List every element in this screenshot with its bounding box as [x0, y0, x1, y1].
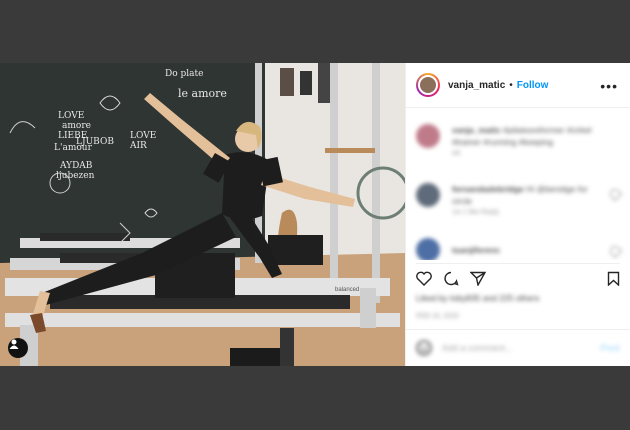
comment-meta: wk: [452, 150, 461, 157]
avatar[interactable]: [416, 124, 440, 148]
chalk-ljubezen: ljubezen: [56, 171, 95, 181]
comment-item: fernandadebridge Hi @benidge for circle …: [416, 183, 623, 223]
share-icon[interactable]: [470, 271, 486, 286]
chalk-aydab: AYDAB: [60, 161, 93, 171]
chalk-lamour: L'amour: [54, 143, 92, 153]
user-icon: [9, 339, 19, 349]
like-comment-icon[interactable]: [607, 243, 623, 259]
pilates-scene: [0, 63, 405, 366]
chalk-do-plate: Do plate: [165, 69, 204, 79]
comment-input[interactable]: Add a comment...: [442, 343, 513, 353]
chalk-amore: amore: [62, 121, 91, 131]
comment-meta: 1w 1 like Reply: [452, 209, 500, 216]
post-comment-button[interactable]: Post: [600, 343, 620, 353]
avatar[interactable]: [416, 238, 440, 260]
post-date: FEB 18, 2020: [416, 313, 459, 320]
comment-item: vanja_matic #pilatesreformer #cirkel #tr…: [416, 124, 620, 164]
post-actions: [416, 263, 620, 290]
comment-user[interactable]: vanja_matic: [452, 125, 501, 135]
tagged-user-button[interactable]: [8, 338, 28, 358]
comment-icon[interactable]: [443, 271, 459, 286]
more-options-icon[interactable]: •••: [600, 78, 618, 94]
comment-item: tuanjiferenc: [416, 238, 623, 260]
heart-icon[interactable]: [416, 271, 432, 286]
likes-summary[interactable]: Liked by toby835 and 225 others: [416, 293, 539, 303]
like-comment-icon[interactable]: [607, 186, 623, 202]
bookmark-icon[interactable]: [607, 271, 620, 286]
comments-list[interactable]: vanja_matic #pilatesreformer #cirkel #tr…: [406, 108, 630, 260]
instagram-post: LOVE amore LIEBE LJUBOB L'amour AYDAB lj…: [0, 63, 630, 366]
chalk-love: LOVE: [58, 111, 85, 121]
avatar[interactable]: [416, 183, 440, 207]
post-header: vanja_matic • Follow •••: [406, 63, 630, 108]
post-photo[interactable]: LOVE amore LIEBE LJUBOB L'amour AYDAB lj…: [0, 63, 405, 366]
avatar[interactable]: [416, 73, 440, 97]
emoji-icon[interactable]: [416, 340, 432, 356]
follow-button[interactable]: Follow: [517, 80, 549, 91]
add-comment-bar: Add a comment... Post: [406, 329, 630, 366]
separator-dot: •: [509, 79, 513, 91]
comment-user[interactable]: tuanjiferenc: [452, 245, 500, 255]
comment-user[interactable]: fernandadebridge: [452, 184, 524, 194]
post-side-panel: vanja_matic • Follow ••• vanja_matic #pi…: [405, 63, 630, 366]
machine-brand-label: balanced: [335, 287, 360, 293]
chalk-love-air: LOVE AIR: [130, 131, 157, 151]
chalk-script: le amore: [178, 87, 227, 100]
username-link[interactable]: vanja_matic: [448, 80, 505, 91]
